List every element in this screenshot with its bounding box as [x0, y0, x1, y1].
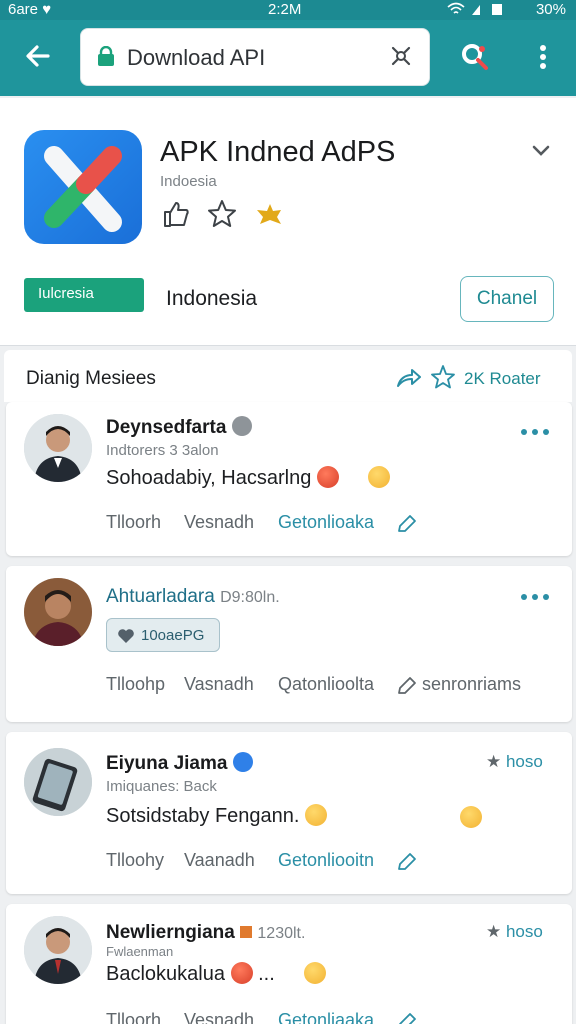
app-subtitle: Indoesia — [160, 173, 217, 190]
gold-badge-icon[interactable] — [254, 198, 286, 230]
chevron-down-icon[interactable] — [528, 138, 554, 164]
app-logo-icon — [24, 130, 142, 244]
region-badge-label: Iulcresia — [38, 285, 94, 302]
messages-section-header: Dianig Mesiees 2K Roater — [4, 350, 572, 402]
avatar[interactable] — [24, 578, 92, 646]
edit-icon[interactable] — [396, 1011, 418, 1024]
message-card[interactable]: Deynsedfarta Indtorers 3 3alon Sohoadabi… — [6, 402, 572, 556]
emoji-icon — [368, 466, 390, 488]
app-title: APK Indned AdPS — [160, 136, 396, 168]
tag-label[interactable]: ★ hoso — [486, 922, 543, 942]
star-small-icon: ★ — [486, 922, 506, 941]
sender-name: Newlierngiana 1230lt. — [106, 922, 306, 943]
reaction-chip[interactable]: 10oaePG — [106, 618, 220, 652]
message-body: Sohoadabiy, Hacsarlng — [106, 466, 390, 490]
more-horiz-icon[interactable] — [520, 427, 550, 437]
edit-icon[interactable] — [396, 851, 418, 873]
app-header-card: APK Indned AdPS Indoesia Iulcresia Indon… — [0, 98, 576, 346]
action-view[interactable]: Vasnadh — [184, 674, 254, 695]
message-meta: Imiquanes: Back — [106, 778, 217, 795]
search-icon — [462, 44, 488, 70]
more-horiz-icon[interactable] — [520, 592, 550, 602]
tag-label[interactable]: ★ hoso — [486, 752, 543, 772]
battery-label: 30% — [535, 1, 566, 18]
action-reply[interactable]: Tlloohy — [106, 850, 164, 871]
carrier-label: 6are ♥ — [8, 1, 52, 18]
address-text: Download API — [127, 45, 266, 70]
message-actions: Tlloorh Vesnadh Getonlioaka — [106, 512, 566, 536]
channel-button[interactable]: Chanel — [460, 276, 554, 322]
action-more[interactable]: senronriams — [422, 674, 521, 695]
clock: 2:2M — [268, 1, 302, 18]
action-reply[interactable]: Tlloorh — [106, 512, 161, 533]
flag-icon — [240, 926, 253, 938]
edit-icon[interactable] — [396, 675, 418, 697]
emoji-icon — [316, 466, 339, 488]
action-link[interactable]: Qatonlioolta — [278, 674, 374, 695]
tools-icon[interactable] — [387, 42, 415, 70]
message-card[interactable]: Eiyuna Jiama ★ hoso Imiquanes: Back Sots… — [6, 732, 572, 894]
toolbar: Download API — [0, 20, 576, 96]
sender-name: Ahtuarladara D9:80ln. — [106, 586, 280, 607]
section-actions: 2K Roater — [394, 364, 564, 392]
message-meta: Indtorers 3 3alon — [106, 442, 219, 459]
heart-icon — [118, 629, 134, 643]
emoji-icon — [303, 962, 326, 984]
status-bar: 6are ♥ 2:2M 30% — [0, 0, 576, 20]
star-small-icon: ★ — [486, 752, 506, 771]
star-outline-icon[interactable] — [430, 364, 456, 390]
edit-icon[interactable] — [396, 513, 418, 535]
message-meta: Fwlaenman — [106, 944, 174, 959]
more-vert-icon — [540, 45, 546, 69]
message-actions: Tlloohp Vasnadh Qatonlioolta senronriams — [106, 674, 566, 698]
section-title: Dianig Mesiees — [26, 368, 156, 389]
message-body: Baclokukalua ... — [106, 962, 326, 986]
search-button[interactable] — [458, 40, 492, 74]
action-reply[interactable]: Tlloorh — [106, 1010, 161, 1024]
message-actions: Tlloorh Vesnadh Getonliaaka — [106, 1010, 566, 1024]
region-badge: Iulcresia — [24, 278, 144, 312]
action-view[interactable]: Vesnadh — [184, 512, 254, 533]
region-label: Indonesia — [166, 287, 258, 310]
action-view[interactable]: Vaanadh — [184, 850, 255, 871]
message-actions: Tlloohy Vaanadh Getonliooitn — [106, 850, 566, 874]
emoji-icon — [460, 806, 482, 828]
emoji-icon — [230, 962, 253, 984]
avatar[interactable] — [24, 414, 92, 482]
sender-name: Deynsedfarta — [106, 416, 253, 439]
section-action-label[interactable]: 2K Roater — [464, 369, 541, 389]
lock-icon — [98, 46, 114, 66]
emoji-icon — [305, 804, 328, 826]
action-view[interactable]: Vesnadh — [184, 1010, 254, 1024]
thumbs-up-icon[interactable] — [160, 198, 192, 230]
share-icon[interactable] — [394, 364, 422, 392]
arrow-left-icon — [26, 45, 50, 67]
message-body: Sotsidstaby Fengann. — [106, 804, 526, 828]
avatar[interactable] — [24, 916, 92, 984]
verified-badge-icon — [232, 416, 253, 436]
avatar[interactable] — [24, 748, 92, 816]
verified-badge-icon — [233, 752, 254, 772]
rating-actions — [160, 198, 300, 234]
message-card[interactable]: Newlierngiana 1230lt. ★ hoso Fwlaenman B… — [6, 904, 572, 1024]
signal-icons — [446, 1, 506, 21]
action-link[interactable]: Getonlioaka — [278, 512, 374, 533]
action-link[interactable]: Getonliaaka — [278, 1010, 374, 1024]
star-icon[interactable] — [206, 198, 238, 230]
address-bar[interactable]: Download API — [80, 28, 430, 86]
action-link[interactable]: Getonliooitn — [278, 850, 374, 871]
sender-name: Eiyuna Jiama — [106, 752, 254, 775]
message-card[interactable]: Ahtuarladara D9:80ln. 10oaePG Tlloohp Va… — [6, 566, 572, 722]
overflow-menu-button[interactable] — [526, 40, 560, 74]
back-button[interactable] — [18, 36, 58, 76]
action-reply[interactable]: Tlloohp — [106, 674, 165, 695]
